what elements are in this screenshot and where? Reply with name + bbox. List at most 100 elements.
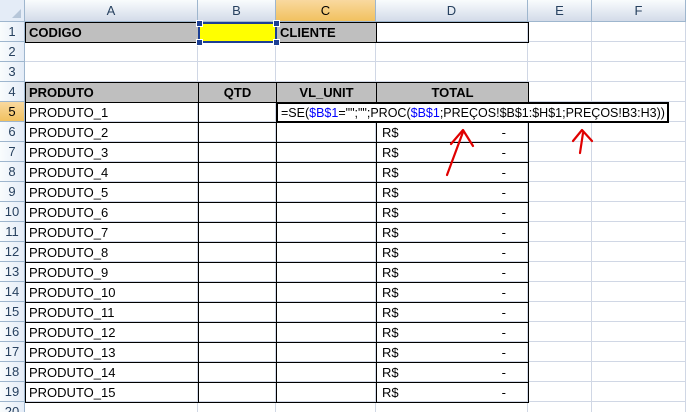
cell-vl-unit[interactable]	[276, 222, 377, 243]
cell-total[interactable]: R$ -	[376, 222, 529, 243]
cell-qtd[interactable]	[198, 382, 277, 403]
cell-vl-unit[interactable]	[276, 262, 377, 283]
cell-qtd[interactable]	[198, 202, 277, 223]
cell-qtd[interactable]	[198, 102, 277, 123]
row-header-15[interactable]: 15	[0, 302, 25, 322]
row-header-5[interactable]: 5	[0, 102, 25, 122]
cell-total[interactable]: R$ -	[376, 322, 529, 343]
range-handle[interactable]	[273, 39, 280, 46]
cell-produto[interactable]: PRODUTO_6	[25, 202, 199, 223]
cell-total[interactable]: R$ -	[376, 142, 529, 163]
cell-qtd[interactable]	[198, 322, 277, 343]
row-header-16[interactable]: 16	[0, 322, 25, 342]
cell-qtd[interactable]	[198, 362, 277, 383]
cell-vl-unit[interactable]	[276, 162, 377, 183]
cell-total[interactable]: R$ -	[376, 122, 529, 143]
cell-vl-unit[interactable]	[276, 362, 377, 383]
row-header-4[interactable]: 4	[0, 82, 25, 102]
cell-a1[interactable]: CODIGO	[25, 22, 199, 43]
cell-qtd[interactable]	[198, 162, 277, 183]
cell-produto[interactable]: PRODUTO_10	[25, 282, 199, 303]
header-qtd[interactable]: QTD	[198, 82, 277, 103]
range-handle[interactable]	[196, 20, 203, 27]
cell-vl-unit[interactable]	[276, 282, 377, 303]
cell-qtd[interactable]	[198, 262, 277, 283]
cell-produto[interactable]: PRODUTO_8	[25, 242, 199, 263]
column-header-e[interactable]: E	[528, 0, 592, 22]
column-header-a[interactable]: A	[25, 0, 198, 22]
currency-symbol: R$	[382, 125, 399, 140]
row-header-14[interactable]: 14	[0, 282, 25, 302]
cell-vl-unit[interactable]	[276, 142, 377, 163]
cell-vl-unit[interactable]	[276, 302, 377, 323]
cell-vl-unit[interactable]	[276, 342, 377, 363]
cell-qtd[interactable]	[198, 342, 277, 363]
cell-produto[interactable]: PRODUTO_7	[25, 222, 199, 243]
cell-c1[interactable]: CLIENTE	[276, 22, 377, 43]
range-handle[interactable]	[196, 39, 203, 46]
formula-edit-cell-c5[interactable]: =SE($B$1 ="";"";PROC($B$1 ;PREÇOS!$B$1:$H$…	[276, 102, 669, 123]
cell-produto[interactable]: PRODUTO_11	[25, 302, 199, 323]
cell-vl-unit[interactable]	[276, 202, 377, 223]
row-header-13[interactable]: 13	[0, 262, 25, 282]
row-header-8[interactable]: 8	[0, 162, 25, 182]
cell-d1[interactable]	[376, 22, 529, 43]
row-header-6[interactable]: 6	[0, 122, 25, 142]
cell-total[interactable]: R$ -	[376, 382, 529, 403]
select-all-button[interactable]	[0, 0, 25, 22]
cell-produto[interactable]: PRODUTO_1	[25, 102, 199, 123]
cell-qtd[interactable]	[198, 142, 277, 163]
cell-total[interactable]: R$ -	[376, 362, 529, 383]
row-header-17[interactable]: 17	[0, 342, 25, 362]
row-header-20[interactable]: 20	[0, 402, 25, 412]
total-value: -	[501, 245, 506, 260]
cell-produto[interactable]: PRODUTO_5	[25, 182, 199, 203]
cell-produto[interactable]: PRODUTO_4	[25, 162, 199, 183]
cell-total[interactable]: R$ -	[376, 242, 529, 263]
cell-vl-unit[interactable]	[276, 242, 377, 263]
cell-produto[interactable]: PRODUTO_3	[25, 142, 199, 163]
cell-produto[interactable]: PRODUTO_2	[25, 122, 199, 143]
cell-qtd[interactable]	[198, 182, 277, 203]
header-produto[interactable]: PRODUTO	[25, 82, 199, 103]
cell-total[interactable]: R$ -	[376, 162, 529, 183]
header-total[interactable]: TOTAL	[376, 82, 529, 103]
cell-qtd[interactable]	[198, 122, 277, 143]
row-header-9[interactable]: 9	[0, 182, 25, 202]
cell-vl-unit[interactable]	[276, 182, 377, 203]
cell-qtd[interactable]	[198, 302, 277, 323]
cell-qtd[interactable]	[198, 282, 277, 303]
row-header-7[interactable]: 7	[0, 142, 25, 162]
row-header-10[interactable]: 10	[0, 202, 25, 222]
row-header-19[interactable]: 19	[0, 382, 25, 402]
cell-produto[interactable]: PRODUTO_13	[25, 342, 199, 363]
cell-produto[interactable]: PRODUTO_15	[25, 382, 199, 403]
cell-total[interactable]: R$ -	[376, 182, 529, 203]
cell-vl-unit[interactable]	[276, 382, 377, 403]
column-header-d[interactable]: D	[376, 0, 528, 22]
cell-vl-unit[interactable]	[276, 122, 377, 143]
row-header-1[interactable]: 1	[0, 22, 25, 42]
cell-total[interactable]: R$ -	[376, 342, 529, 363]
column-header-f[interactable]: F	[592, 0, 686, 22]
cell-total[interactable]: R$ -	[376, 282, 529, 303]
cell-total[interactable]: R$ -	[376, 302, 529, 323]
cell-qtd[interactable]	[198, 222, 277, 243]
cell-produto[interactable]: PRODUTO_9	[25, 262, 199, 283]
row-header-2[interactable]: 2	[0, 42, 25, 62]
range-handle[interactable]	[273, 20, 280, 27]
header-vl-unit[interactable]: VL_UNIT	[276, 82, 377, 103]
cell-total[interactable]: R$ -	[376, 202, 529, 223]
cell-produto[interactable]: PRODUTO_12	[25, 322, 199, 343]
row-header-12[interactable]: 12	[0, 242, 25, 262]
column-header-c[interactable]: C	[276, 0, 376, 22]
row-header-11[interactable]: 11	[0, 222, 25, 242]
row-header-18[interactable]: 18	[0, 362, 25, 382]
row-header-3[interactable]: 3	[0, 62, 25, 82]
cell-qtd[interactable]	[198, 242, 277, 263]
currency-symbol: R$	[382, 265, 399, 280]
column-header-b[interactable]: B	[198, 0, 276, 22]
cell-vl-unit[interactable]	[276, 322, 377, 343]
cell-produto[interactable]: PRODUTO_14	[25, 362, 199, 383]
cell-total[interactable]: R$ -	[376, 262, 529, 283]
